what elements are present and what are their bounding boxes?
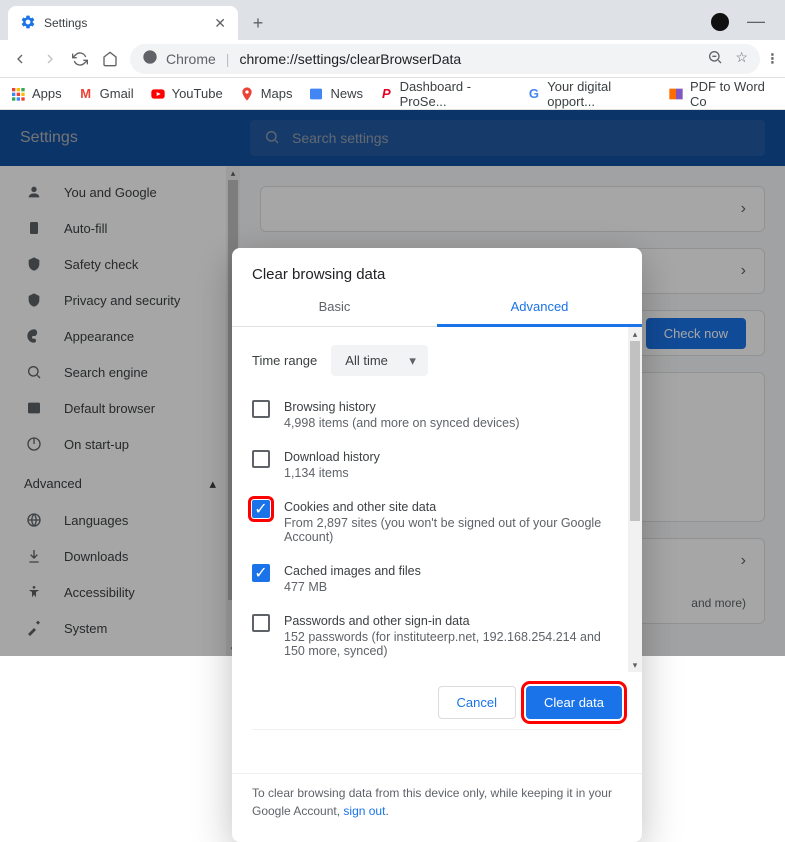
checkbox-cookies[interactable]: ✓ (252, 500, 270, 518)
pdf-icon (668, 86, 684, 102)
tab-basic[interactable]: Basic (232, 289, 437, 326)
time-range-label: Time range (252, 353, 317, 368)
cancel-button[interactable]: Cancel (438, 686, 516, 719)
settings-page: Settings Search settings You and Google … (0, 110, 785, 656)
profile-badge-icon[interactable] (711, 13, 729, 31)
url-protocol: Chrome (166, 51, 216, 67)
bookmark-news[interactable]: News (308, 86, 363, 102)
pinterest-icon: P (379, 86, 394, 102)
option-cookies[interactable]: ✓ Cookies and other site dataFrom 2,897 … (252, 490, 634, 554)
dialog-spacer (252, 729, 622, 773)
bookmark-star-icon[interactable]: ☆ (735, 49, 748, 68)
bookmark-gmail[interactable]: MGmail (78, 86, 134, 102)
scrollbar-thumb[interactable] (630, 341, 640, 521)
tab-strip: Settings ✕ + — (0, 0, 785, 40)
bookmark-maps[interactable]: Maps (239, 86, 293, 102)
checkbox-download-history[interactable] (252, 450, 270, 468)
reload-button[interactable] (70, 49, 90, 69)
bookmark-apps[interactable]: Apps (10, 86, 62, 102)
minimize-icon[interactable]: — (747, 11, 765, 32)
dialog-actions: Cancel Clear data (232, 672, 642, 729)
chrome-icon (142, 49, 158, 68)
extensions-icon[interactable]: ⁝ (770, 49, 775, 69)
new-tab-button[interactable]: + (244, 9, 272, 37)
dialog-title: Clear browsing data (232, 248, 642, 289)
home-button[interactable] (100, 49, 120, 69)
news-icon (308, 86, 324, 102)
browser-tab[interactable]: Settings ✕ (8, 6, 238, 40)
option-browsing-history[interactable]: Browsing history4,998 items (and more on… (252, 390, 634, 440)
checkbox-cached-images[interactable]: ✓ (252, 564, 270, 582)
back-button[interactable] (10, 49, 30, 69)
gmail-icon: M (78, 86, 94, 102)
close-tab-icon[interactable]: ✕ (214, 15, 226, 32)
option-passwords[interactable]: Passwords and other sign-in data152 pass… (252, 604, 634, 668)
url-path: chrome://settings/clearBrowserData (239, 51, 461, 67)
bookmarks-bar: Apps MGmail YouTube Maps News PDashboard… (0, 78, 785, 110)
clear-data-button[interactable]: Clear data (526, 686, 622, 719)
sign-out-link[interactable]: sign out (343, 804, 385, 818)
browser-toolbar: Chrome | chrome://settings/clearBrowserD… (0, 40, 785, 78)
checkbox-passwords[interactable] (252, 614, 270, 632)
dialog-body: Time range All time Browsing history4,99… (232, 327, 642, 672)
tab-advanced[interactable]: Advanced (437, 289, 642, 326)
apps-grid-icon (10, 86, 26, 102)
bookmark-pdf[interactable]: PDF to Word Co (668, 79, 775, 109)
scroll-up-icon[interactable]: ▴ (628, 327, 642, 341)
dialog-scrollbar[interactable]: ▴ ▾ (628, 327, 642, 672)
bookmark-dashboard[interactable]: PDashboard - ProSe... (379, 79, 511, 109)
dialog-tabs: Basic Advanced (232, 289, 642, 327)
maps-pin-icon (239, 86, 255, 102)
zoom-icon[interactable] (707, 49, 723, 68)
address-bar[interactable]: Chrome | chrome://settings/clearBrowserD… (130, 44, 760, 74)
tab-title: Settings (44, 16, 87, 30)
option-cached-images[interactable]: ✓ Cached images and files477 MB (252, 554, 634, 604)
google-g-icon: G (527, 86, 542, 102)
clear-browsing-data-dialog: Clear browsing data Basic Advanced Time … (232, 248, 642, 842)
scroll-down-icon[interactable]: ▾ (628, 658, 642, 672)
forward-button[interactable] (40, 49, 60, 69)
bookmark-youtube[interactable]: YouTube (150, 86, 223, 102)
option-download-history[interactable]: Download history1,134 items (252, 440, 634, 490)
time-range-select[interactable]: All time (331, 345, 428, 376)
youtube-icon (150, 86, 166, 102)
dialog-footer: To clear browsing data from this device … (232, 773, 642, 834)
checkbox-browsing-history[interactable] (252, 400, 270, 418)
settings-gear-icon (20, 14, 36, 33)
bookmark-digital[interactable]: GYour digital opport... (527, 79, 652, 109)
